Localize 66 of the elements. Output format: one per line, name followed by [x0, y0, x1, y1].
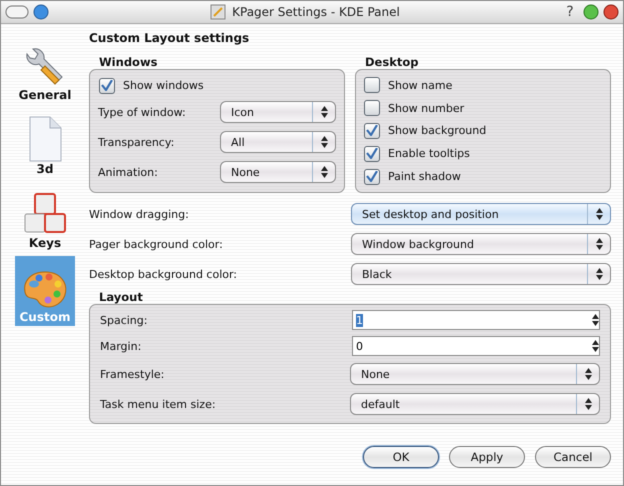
updown-icon	[596, 238, 602, 250]
updown-icon	[592, 340, 599, 352]
field-label: Margin:	[100, 340, 142, 352]
checkbox[interactable]	[364, 122, 380, 139]
page-heading: Custom Layout settings	[89, 30, 250, 47]
checkbox-label: Show windows	[123, 79, 204, 92]
field-label: Animation:	[98, 166, 158, 178]
dropdown[interactable]: All	[220, 131, 336, 153]
window-title: KPager Settings - KDE Panel	[232, 5, 400, 19]
dropdown[interactable]: Window background	[351, 233, 611, 255]
sticky-button-icon[interactable]	[33, 4, 49, 20]
group-title: Layout	[98, 291, 144, 304]
checkmark-icon	[366, 125, 378, 136]
checkbox-label: Show name	[388, 78, 452, 92]
dialog-button[interactable]: OK	[363, 446, 439, 468]
updown-icon	[320, 136, 328, 148]
updown-icon	[584, 368, 592, 380]
dropdown[interactable]: default	[350, 393, 600, 415]
checkbox[interactable]	[364, 146, 380, 162]
checkbox-label: Show number	[388, 102, 464, 115]
updown-icon	[596, 208, 602, 220]
sidebar-item[interactable]: 3d	[15, 108, 75, 178]
updown-icon	[596, 268, 602, 280]
updown-icon	[592, 314, 599, 326]
sidebar-item[interactable]: General	[15, 34, 75, 104]
dropdown[interactable]: None	[350, 363, 600, 385]
checkbox[interactable]	[99, 78, 115, 94]
keys-icon	[23, 192, 67, 236]
dropdown[interactable]: Black	[351, 263, 611, 285]
dialog-button[interactable]: Apply	[449, 446, 525, 468]
field-label: Task menu item size:	[100, 398, 216, 410]
checkmark-icon	[366, 171, 378, 182]
checkmark-icon	[366, 148, 378, 160]
checkbox-label: Show background	[388, 124, 486, 138]
checkbox[interactable]	[364, 168, 380, 185]
checkmark-icon	[101, 80, 113, 91]
help-button[interactable]: ?	[561, 4, 579, 20]
dropdown[interactable]: None	[220, 161, 336, 183]
field-label: Desktop background color:	[89, 268, 238, 280]
updown-icon	[584, 398, 592, 410]
checkbox-label: Enable tooltips	[388, 147, 470, 160]
checkbox[interactable]	[364, 77, 380, 94]
palette-icon	[22, 270, 68, 310]
field-label: Pager background color:	[89, 238, 223, 250]
document-icon	[28, 116, 62, 162]
updown-icon	[320, 166, 328, 178]
dropdown[interactable]: Icon	[220, 101, 336, 123]
sidebar-item[interactable]: Keys	[15, 182, 75, 252]
updown-icon	[320, 106, 328, 118]
checkbox[interactable]	[364, 100, 380, 116]
spin-box[interactable]: 0	[352, 336, 600, 356]
field-label: Framestyle:	[100, 368, 164, 380]
field-label: Window dragging:	[89, 208, 189, 220]
maximize-button-icon[interactable]	[583, 4, 599, 20]
group-title: Desktop	[364, 56, 420, 69]
spin-box[interactable]: 1	[352, 310, 600, 330]
close-icon[interactable]	[603, 4, 619, 20]
field-label: Spacing:	[100, 314, 148, 326]
checkbox-label: Paint shadow	[388, 170, 461, 184]
dropdown[interactable]: Set desktop and position	[351, 203, 611, 225]
dialog-button[interactable]: Cancel	[535, 446, 611, 468]
shade-button-icon[interactable]	[5, 5, 29, 19]
app-icon	[210, 4, 226, 20]
field-label: Type of window:	[98, 106, 186, 118]
field-label: Transparency:	[98, 136, 174, 148]
group-title: Windows	[98, 56, 158, 69]
